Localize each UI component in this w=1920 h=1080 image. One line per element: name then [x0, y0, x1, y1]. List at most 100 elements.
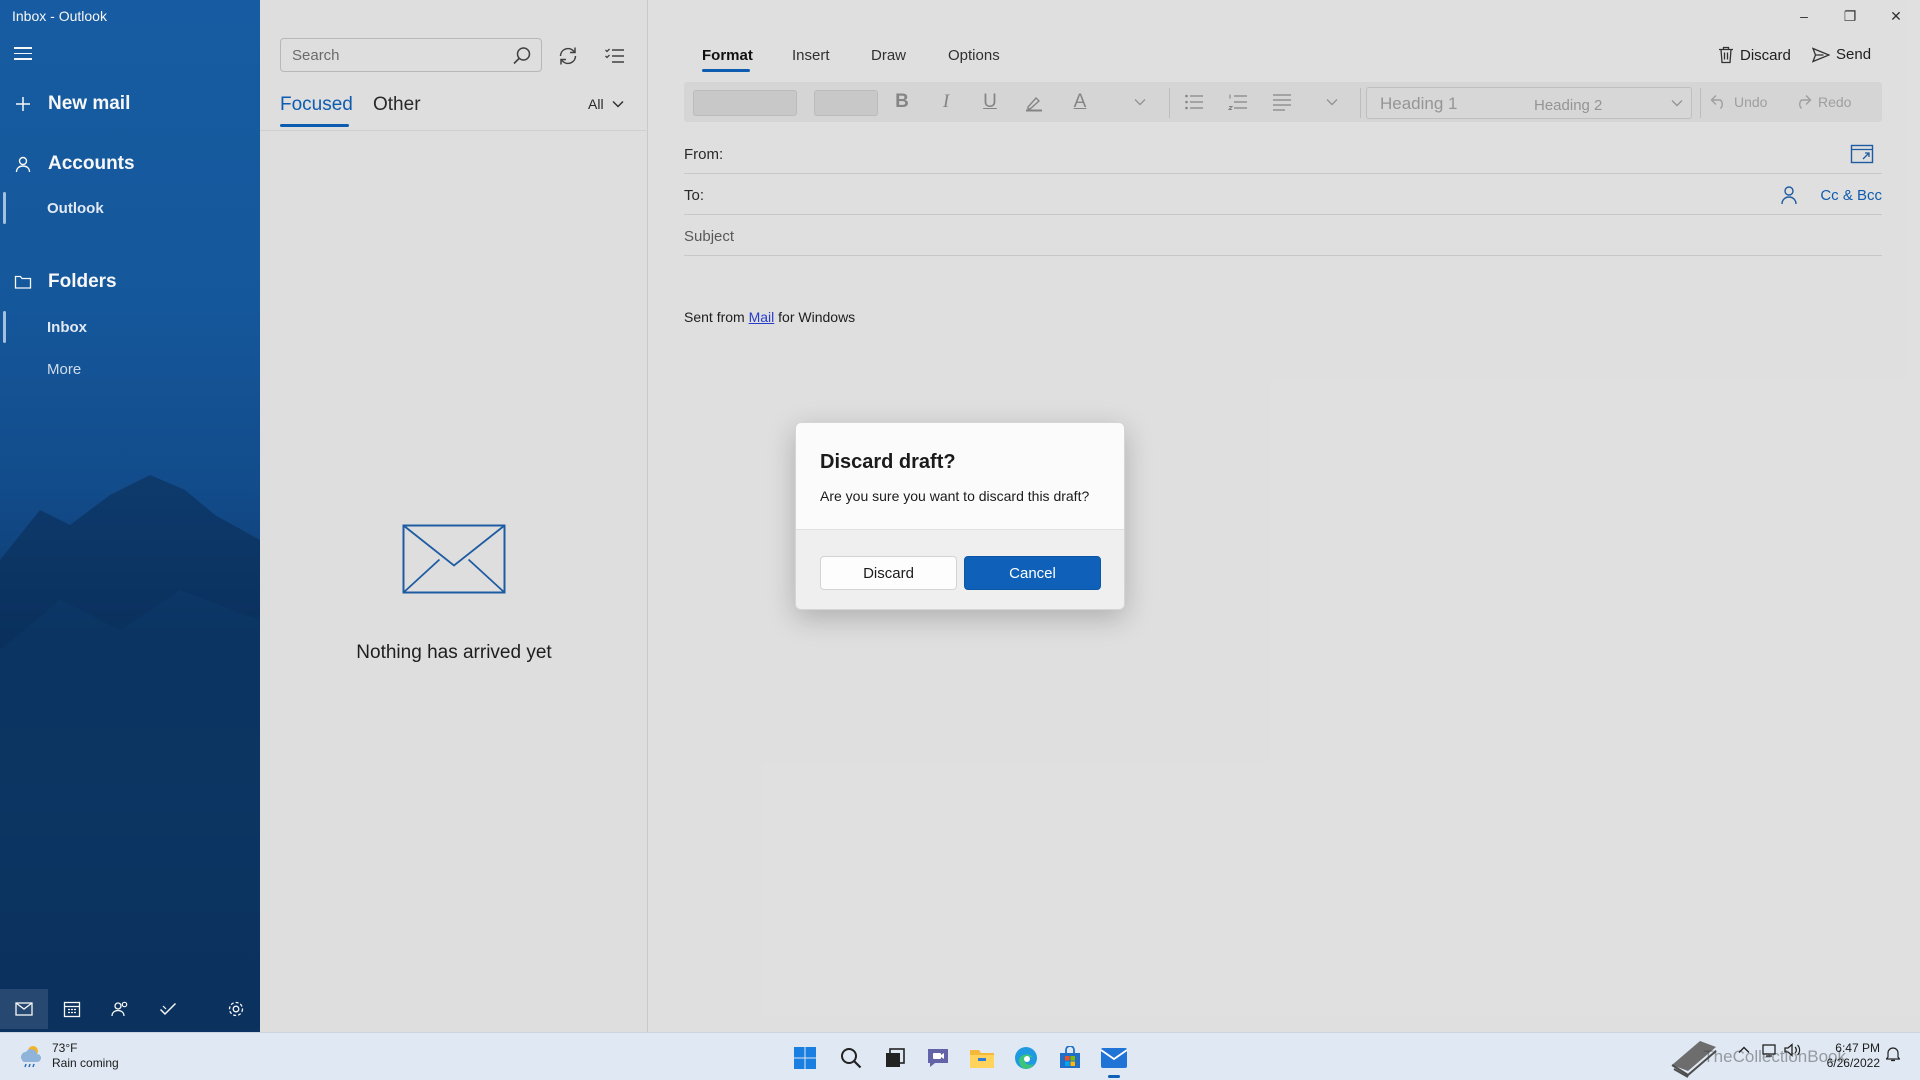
folders-label: Folders [48, 271, 117, 292]
file-explorer-icon[interactable] [965, 1041, 999, 1075]
tab-draw[interactable]: Draw [871, 47, 906, 64]
to-field[interactable]: To: Cc & Bcc [684, 175, 1882, 215]
toolbar-divider [1169, 88, 1170, 118]
chevron-down-icon [612, 100, 624, 108]
sidebar-item-outlook[interactable]: Outlook [0, 186, 260, 230]
dialog-footer: Discard Cancel [796, 529, 1124, 609]
mail-icon[interactable] [0, 988, 48, 1029]
numbered-list-icon[interactable] [1226, 90, 1250, 114]
undo-button[interactable]: Undo [1710, 94, 1767, 110]
font-family-select[interactable] [693, 90, 797, 116]
style-heading-1[interactable]: Heading 1 [1380, 94, 1458, 114]
folders-header[interactable]: Folders [0, 270, 117, 294]
taskbar: 73°F Rain coming TheCollectionBook 6:47 … [0, 1032, 1920, 1080]
signature-prefix: Sent from [684, 309, 749, 325]
notification-icon[interactable] [1885, 1046, 1901, 1065]
background-mountain-image [0, 475, 260, 1030]
search-input[interactable]: Search [280, 38, 542, 72]
new-mail-button[interactable]: New mail [0, 92, 130, 116]
new-mail-label: New mail [48, 93, 131, 114]
highlight-icon[interactable] [1022, 90, 1046, 114]
chevron-down-icon[interactable] [1128, 90, 1152, 114]
minimize-icon[interactable]: – [1781, 4, 1827, 28]
send-button[interactable]: Send [1812, 46, 1871, 63]
message-list-pane: Search Focused Other All Nothing has arr… [260, 0, 648, 1032]
contact-picker-icon[interactable] [1780, 185, 1798, 205]
rain-cloud-icon [21, 1046, 41, 1068]
system-clock[interactable]: 6:47 PM 6/26/2022 [1827, 1041, 1880, 1071]
teams-chat-icon[interactable] [921, 1041, 955, 1075]
chevron-down-icon[interactable] [1320, 90, 1344, 114]
font-color-button[interactable]: A [1068, 90, 1092, 114]
signature-suffix: for Windows [774, 309, 856, 325]
microsoft-store-icon[interactable] [1053, 1041, 1087, 1075]
bold-button[interactable]: B [890, 90, 914, 114]
discard-button[interactable]: Discard [1718, 46, 1791, 64]
accounts-label: Accounts [48, 153, 135, 174]
restore-icon[interactable]: ❐ [1827, 4, 1873, 28]
tab-insert[interactable]: Insert [792, 47, 830, 64]
selection-indicator [3, 311, 6, 343]
selection-mode-icon[interactable] [603, 44, 627, 68]
mail-app-icon[interactable] [1097, 1041, 1131, 1078]
sidebar-bottom-bar [0, 985, 260, 1032]
sidebar-item-label: More [47, 360, 82, 378]
subject-field[interactable]: Subject [684, 216, 1882, 256]
sync-icon[interactable] [556, 44, 580, 68]
font-size-select[interactable] [814, 90, 878, 116]
active-tab-indicator [280, 124, 349, 127]
tray-overflow-chevron-icon[interactable] [1738, 1043, 1750, 1057]
cancel-button[interactable]: Cancel [964, 556, 1101, 590]
tab-other[interactable]: Other [373, 94, 421, 116]
settings-gear-icon[interactable] [212, 989, 260, 1029]
redo-icon [1799, 95, 1812, 109]
styles-gallery[interactable]: Heading 1 Heading 2 [1366, 87, 1692, 119]
network-icon[interactable] [1762, 1043, 1778, 1060]
edge-browser-icon[interactable] [1009, 1041, 1043, 1075]
folder-icon [12, 271, 34, 293]
sidebar-item-more[interactable]: More [0, 347, 260, 391]
filter-dropdown[interactable]: All [588, 96, 624, 112]
redo-button[interactable]: Redo [1794, 94, 1851, 110]
task-view-icon[interactable] [878, 1041, 912, 1075]
people-icon[interactable] [96, 989, 144, 1029]
from-field[interactable]: From: [684, 134, 1882, 174]
weather-description: Rain coming [52, 1056, 119, 1070]
underline-button[interactable]: U [978, 90, 1002, 114]
toolbar-divider [1360, 88, 1361, 118]
weather-widget[interactable]: 73°F Rain coming [16, 1041, 119, 1071]
accounts-header[interactable]: Accounts [0, 152, 135, 176]
divider [260, 130, 648, 131]
chevron-down-icon[interactable] [1671, 99, 1683, 107]
cc-bcc-link[interactable]: Cc & Bcc [1820, 187, 1882, 204]
discard-draft-dialog: Discard draft? Are you sure you want to … [795, 422, 1125, 610]
format-toolbar: B I U A Heading 1 Heading 2 Undo Redo [684, 82, 1882, 122]
italic-button[interactable]: I [934, 90, 958, 114]
signature[interactable]: Sent from Mail for Windows [684, 309, 855, 325]
bullet-list-icon[interactable] [1182, 90, 1206, 114]
align-left-icon[interactable] [1270, 90, 1294, 114]
style-heading-2[interactable]: Heading 2 [1534, 97, 1602, 114]
empty-state-message: Nothing has arrived yet [356, 642, 552, 663]
clock-time: 6:47 PM [1835, 1041, 1880, 1055]
todo-check-icon[interactable] [144, 989, 192, 1029]
sidebar-item-label: Outlook [47, 199, 104, 217]
undo-label: Undo [1734, 94, 1768, 110]
volume-icon[interactable] [1784, 1043, 1802, 1060]
plus-icon [12, 93, 34, 115]
sidebar-item-inbox[interactable]: Inbox [0, 305, 260, 349]
search-icon[interactable] [834, 1041, 868, 1075]
close-icon[interactable]: ✕ [1873, 4, 1919, 28]
tab-format[interactable]: Format [702, 47, 753, 64]
pop-out-icon[interactable] [1850, 142, 1874, 164]
hamburger-menu-icon[interactable] [12, 44, 34, 66]
undo-icon [1710, 95, 1723, 109]
trash-icon [1719, 46, 1733, 64]
search-icon[interactable] [511, 45, 533, 67]
start-windows-icon[interactable] [788, 1041, 822, 1075]
mail-link[interactable]: Mail [749, 309, 775, 325]
tab-focused[interactable]: Focused [280, 94, 353, 116]
calendar-icon[interactable] [48, 989, 96, 1029]
tab-options[interactable]: Options [948, 47, 1000, 64]
confirm-discard-button[interactable]: Discard [820, 556, 957, 590]
